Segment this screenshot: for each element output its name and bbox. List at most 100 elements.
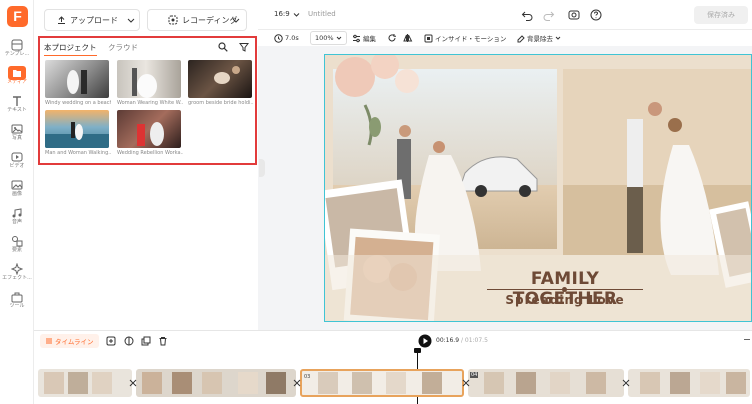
edit-button[interactable]: 編集: [352, 31, 376, 45]
timeline-panel: タイムライン 00:16.9 / 01:07.5 03 04: [34, 330, 752, 404]
media-thumb-5[interactable]: [117, 110, 181, 148]
left-rail: F テンプレ... メディア テキスト 写真 ビデオ 画像 音声 要素 エフェク…: [0, 0, 34, 404]
clip-frame: [68, 372, 88, 394]
eraser-icon: [517, 34, 525, 42]
media-thumb-2[interactable]: [117, 60, 181, 98]
play-button-icon[interactable]: [418, 334, 432, 348]
image-icon: [11, 180, 23, 190]
rail-item-effect[interactable]: エフェクト...: [0, 261, 34, 289]
shapes-icon: [12, 236, 23, 247]
rail-label: メディア: [7, 79, 27, 85]
chevron-down-icon: [293, 12, 300, 17]
sparkle-icon: [11, 263, 23, 275]
record-button[interactable]: レコーディング: [147, 9, 247, 31]
wedding-rebellion-image: [137, 122, 164, 146]
clip-frame: [202, 372, 222, 394]
edit-label: 編集: [363, 35, 376, 43]
duration-value: 7.0s: [285, 34, 299, 42]
timeline-toggle[interactable]: タイムライン: [40, 334, 99, 348]
video-icon: [11, 152, 23, 162]
transition-icon[interactable]: [622, 379, 630, 387]
media-caption: Man and Woman Walking...: [45, 150, 111, 156]
chevron-down-icon: [232, 18, 240, 23]
preview-stage: FAMILY TOGETHER Spreading Love: [258, 46, 752, 330]
background-removal-button[interactable]: 背景除去: [516, 31, 561, 45]
chevron-down-icon: [555, 36, 561, 40]
record-label: レコーディング: [182, 15, 238, 25]
media-thumb-3[interactable]: [188, 60, 252, 98]
media-caption: Windy wedding on a beach: [45, 100, 111, 106]
clip-frame: [516, 372, 536, 394]
search-icon[interactable]: [218, 42, 228, 52]
app-logo[interactable]: F: [7, 6, 28, 27]
rail-item-tools[interactable]: ツール: [0, 289, 34, 317]
rail-item-photo[interactable]: 写真: [0, 121, 34, 149]
rail-item-element[interactable]: 要素: [0, 233, 34, 261]
aspect-ratio-select[interactable]: 16:9: [274, 10, 300, 18]
bride-white-dress-image: [132, 68, 157, 98]
rail-item-video[interactable]: ビデオ: [0, 149, 34, 177]
template-icon: [11, 39, 23, 51]
clip-frame: [172, 372, 192, 394]
inside-motion-label: インサイド・モーション: [435, 35, 507, 43]
clip-frame: [92, 372, 112, 394]
redo-icon[interactable]: [543, 9, 555, 21]
chevron-down-icon: [127, 18, 135, 23]
rail-item-text[interactable]: テキスト: [0, 93, 34, 121]
media-thumb-4[interactable]: [45, 110, 109, 148]
upload-dropdown-button[interactable]: [122, 9, 140, 31]
tab-this-project[interactable]: 本プロジェクト: [44, 42, 97, 56]
background-removal-label: 背景除去: [527, 35, 553, 43]
filter-icon[interactable]: [239, 42, 249, 52]
text-t-icon: [13, 96, 21, 106]
clock-icon: [274, 33, 283, 43]
transition-icon[interactable]: [293, 379, 301, 387]
zoom-select[interactable]: 100%: [310, 31, 347, 45]
groom-bride-image: [214, 66, 240, 84]
top-bar: 16:9 Untitled 保存済み: [258, 0, 752, 30]
rail-label: 画像: [11, 191, 22, 197]
transition-icon[interactable]: [462, 379, 470, 387]
video-canvas[interactable]: FAMILY TOGETHER Spreading Love: [324, 54, 752, 322]
flip-icon[interactable]: [403, 33, 413, 43]
duration-control[interactable]: 7.0s: [274, 31, 299, 45]
collapse-timeline-icon[interactable]: [744, 339, 750, 340]
undo-icon[interactable]: [521, 9, 533, 21]
toolbox-icon: [11, 292, 23, 303]
media-thumb-1[interactable]: [45, 60, 109, 98]
tab-cloud[interactable]: クラウド: [108, 42, 138, 53]
rail-item-template[interactable]: テンプレ...: [0, 37, 34, 65]
clip-frame: [386, 372, 406, 394]
delete-icon[interactable]: [158, 336, 168, 346]
rotate-icon[interactable]: [387, 33, 397, 43]
music-note-icon: [12, 208, 22, 218]
screenshot-icon[interactable]: [568, 9, 580, 21]
clip-track: 03 04: [38, 369, 750, 397]
project-title[interactable]: Untitled: [308, 10, 336, 18]
add-icon[interactable]: [106, 336, 116, 346]
clip-frame: [422, 372, 442, 394]
chevron-down-icon: [336, 36, 341, 40]
playhead-handle[interactable]: [414, 348, 421, 353]
rail-item-media[interactable]: メディア: [0, 65, 34, 93]
duplicate-icon[interactable]: [141, 336, 151, 346]
transition-icon[interactable]: [129, 379, 137, 387]
saved-button[interactable]: 保存済み: [694, 6, 748, 24]
clip-frame: [318, 372, 338, 394]
inside-motion-button[interactable]: インサイド・モーション: [424, 31, 506, 45]
sliders-icon: [353, 34, 360, 42]
rail-label: ビデオ: [9, 163, 25, 169]
clip-frame: [586, 372, 606, 394]
help-icon[interactable]: [590, 9, 602, 21]
folder-icon: [13, 70, 21, 77]
panel-collapse-handle[interactable]: [259, 159, 265, 177]
couple-walking-sea-image: [45, 122, 109, 148]
clip-frame: [352, 372, 372, 394]
clip-frame: [700, 372, 720, 394]
media-library: 本プロジェクト クラウド Windy wedding on a beach Wo…: [38, 36, 257, 165]
zoom-value: 100%: [315, 34, 334, 42]
rail-item-image[interactable]: 画像: [0, 177, 34, 205]
rail-item-audio[interactable]: 音声: [0, 205, 34, 233]
media-caption: Wedding Rebellion Worka...: [117, 150, 183, 156]
split-icon[interactable]: [124, 336, 134, 346]
